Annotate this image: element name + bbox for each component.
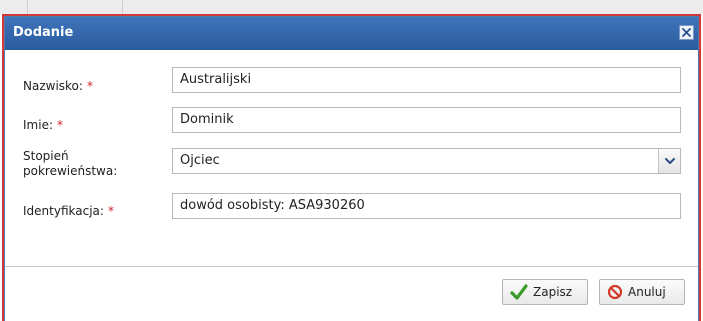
required-mark: * xyxy=(57,118,63,132)
background-window-strip xyxy=(0,0,703,14)
dialog-form: Nazwisko: * Australijski Imie: * Dominik S… xyxy=(5,50,698,266)
relationship-label: Stopień pokrewieństwa: xyxy=(23,149,118,178)
cancel-button[interactable]: Anuluj xyxy=(599,279,685,305)
relationship-selected-value: Ojciec xyxy=(180,153,220,168)
dialog-title: Dodanie xyxy=(13,25,74,40)
relationship-dropdown-button[interactable] xyxy=(658,149,680,173)
dialog-footer: Zapisz Anuluj xyxy=(5,267,698,321)
checkmark-icon xyxy=(510,284,528,300)
surname-input[interactable]: Australijski xyxy=(172,67,681,93)
first-name-input[interactable]: Dominik xyxy=(172,107,681,133)
surname-label: Nazwisko: * xyxy=(23,79,93,93)
first-name-label: Imie: * xyxy=(23,118,63,132)
save-button-label: Zapisz xyxy=(533,285,573,299)
dialog-titlebar[interactable]: Dodanie xyxy=(5,17,698,50)
close-button[interactable] xyxy=(679,25,694,40)
identification-label: Identyfikacja: * xyxy=(23,204,114,218)
close-icon xyxy=(682,28,691,37)
chevron-down-icon xyxy=(664,157,675,164)
save-button[interactable]: Zapisz xyxy=(502,279,588,305)
relationship-select[interactable]: Ojciec xyxy=(172,148,681,174)
background-window-border-right xyxy=(699,14,701,321)
add-dialog: Dodanie Nazwisko: * Australijski Imie: * D… xyxy=(4,16,699,321)
required-mark: * xyxy=(86,79,93,93)
required-mark: * xyxy=(107,204,114,218)
identification-input[interactable]: dowód osobisty: ASA930260 xyxy=(172,193,681,219)
cancel-button-label: Anuluj xyxy=(628,285,666,299)
cancel-icon xyxy=(607,284,623,300)
